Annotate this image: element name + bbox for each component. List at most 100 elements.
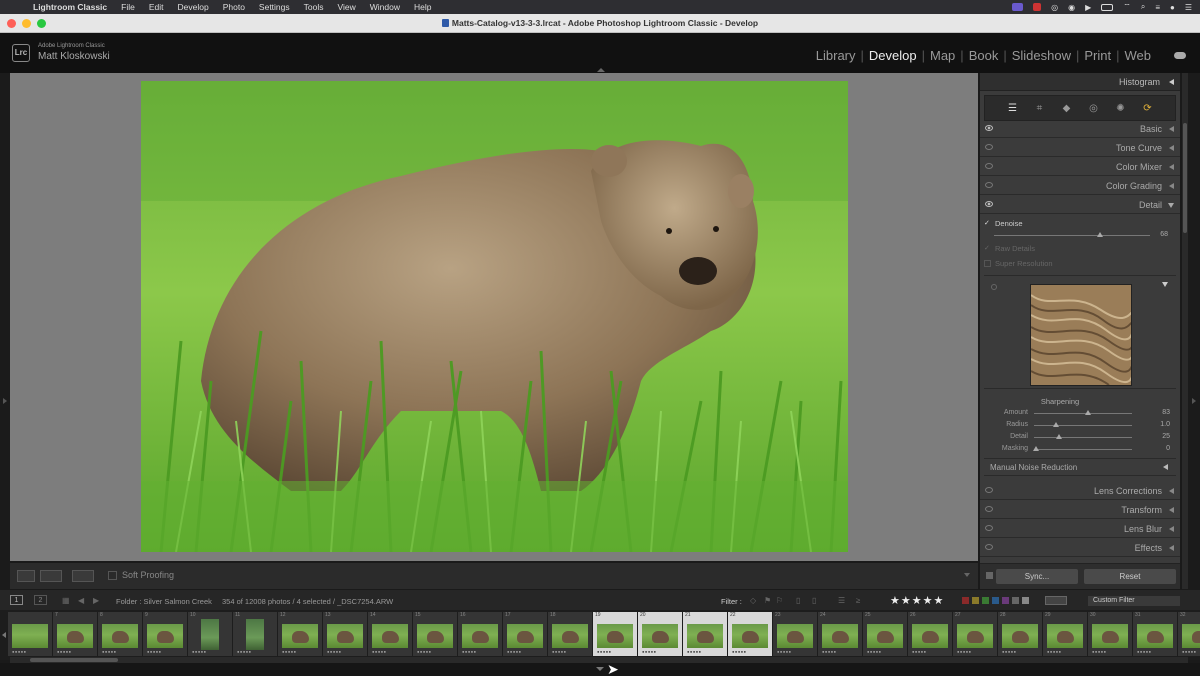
expand-left-panel-icon[interactable] — [3, 398, 7, 404]
cloud-sync-icon[interactable] — [1174, 52, 1186, 59]
filmstrip-thumbnail[interactable]: 14 ●●●●● — [368, 612, 412, 656]
module-develop[interactable]: Develop — [864, 48, 922, 63]
menu-develop[interactable]: Develop — [171, 2, 216, 12]
filmstrip-thumbnail[interactable]: 22 ●●●●● — [728, 612, 772, 656]
module-book[interactable]: Book — [964, 48, 1004, 63]
masking-icon[interactable]: ✺ — [1114, 101, 1128, 115]
sharpening-masking-knob[interactable] — [1032, 446, 1039, 451]
right-panel-scroll-thumb[interactable] — [1183, 123, 1187, 233]
menu-file[interactable]: File — [114, 2, 142, 12]
pick-flag-icon[interactable]: ⚑ — [764, 596, 773, 605]
denoise-checkbox[interactable]: ✓ — [984, 220, 991, 227]
panel-toggle-icon[interactable] — [1169, 507, 1174, 513]
panel-toggle-icon[interactable] — [1169, 145, 1174, 151]
custom-filter-select[interactable]: Custom Filter — [1088, 596, 1180, 606]
filmstrip-thumbnail[interactable]: 19 ●●●●● — [593, 612, 637, 656]
zoom-preview-toggle-icon[interactable] — [1162, 282, 1168, 287]
control-center-icon[interactable]: ≡ — [1155, 3, 1160, 12]
filmstrip-count[interactable]: 354 of 12008 photos / 4 selected / _DSC7… — [222, 597, 393, 606]
target-adjust-icon[interactable] — [991, 284, 997, 290]
flag-filter-icon[interactable]: ◇ — [750, 596, 759, 605]
panel-toggle-icon[interactable] — [1169, 488, 1174, 494]
panel-toggle-icon[interactable] — [1169, 126, 1174, 132]
reject-flag-icon[interactable]: ⚐ — [776, 596, 785, 605]
sharpening-amount-row[interactable]: Amount 83 — [984, 407, 1176, 419]
denoise-row[interactable]: ✓ Denoise — [984, 219, 1023, 228]
menu-photo[interactable]: Photo — [216, 2, 252, 12]
panel-effects-header[interactable]: Effects — [980, 539, 1180, 557]
filmstrip-thumbnail[interactable]: 28 ●●●●● — [998, 612, 1042, 656]
filmstrip-thumbnail[interactable]: 32 ●●●●● — [1178, 612, 1200, 656]
sync-button[interactable]: Sync... — [996, 569, 1078, 584]
heal-icon[interactable]: ◆ — [1060, 101, 1074, 115]
filmstrip-thumbnail[interactable]: 13 ●●●●● — [323, 612, 367, 656]
visibility-eye-icon[interactable] — [985, 163, 993, 169]
module-map[interactable]: Map — [925, 48, 960, 63]
filmstrip-thumbnail[interactable]: 31 ●●●●● — [1133, 612, 1177, 656]
denoise-slider[interactable] — [994, 235, 1150, 236]
screen-share-icon[interactable] — [1012, 3, 1024, 11]
filmstrip-thumbnail[interactable]: 10 ●●●●● — [188, 612, 232, 656]
collapse-top-panel-icon[interactable] — [597, 68, 605, 72]
menu-window[interactable]: Window — [363, 2, 407, 12]
right-edge[interactable] — [1188, 73, 1200, 593]
collapse-filmstrip-icon[interactable] — [596, 667, 604, 671]
panel-lens-corrections-header[interactable]: Lens Corrections — [980, 482, 1180, 500]
panel-basic-header[interactable]: Basic — [980, 120, 1180, 138]
menu-app-name[interactable]: Lightroom Classic — [26, 2, 114, 12]
panel-transform-header[interactable]: Transform — [980, 501, 1180, 519]
collapse-right-panel-icon[interactable] — [1192, 398, 1196, 404]
wifi-icon[interactable]: ⌔ — [1123, 2, 1131, 12]
filmstrip-thumbnail[interactable]: 12 ●●●●● — [278, 612, 322, 656]
filmstrip-scroll-thumb[interactable] — [30, 658, 118, 662]
left-panel-collapsed[interactable] — [0, 73, 10, 593]
visibility-eye-icon[interactable] — [985, 487, 993, 493]
auto-sync-switch[interactable] — [986, 572, 993, 579]
visibility-eye-icon[interactable] — [985, 544, 993, 550]
sharpening-radius-row[interactable]: Radius 1.0 — [984, 419, 1176, 431]
filmstrip-thumbnail[interactable]: 16 ●●●●● — [458, 612, 502, 656]
virtual-copy-filter-icon[interactable]: ▯ — [796, 596, 805, 605]
visibility-eye-icon[interactable] — [985, 201, 993, 207]
color-label-filter[interactable] — [962, 597, 969, 604]
video-filter-icon[interactable]: ☰ — [838, 596, 847, 605]
filmstrip-thumbnail[interactable]: 29 ●●●●● — [1043, 612, 1087, 656]
filmstrip-thumbnail[interactable]: 27 ●●●●● — [953, 612, 997, 656]
filmstrip-thumbnail[interactable]: 23 ●●●●● — [773, 612, 817, 656]
sharpening-radius-knob[interactable] — [1052, 422, 1059, 427]
filmstrip-thumbnail[interactable]: 15 ●●●●● — [413, 612, 457, 656]
secondary-window-button[interactable]: 2 — [34, 595, 47, 605]
visibility-eye-icon[interactable] — [985, 125, 993, 131]
filmstrip-thumbnail[interactable]: 21 ●●●●● — [683, 612, 727, 656]
master-filter-icon[interactable]: ▯ — [812, 596, 821, 605]
filmstrip-thumbnail[interactable]: 26 ●●●●● — [908, 612, 952, 656]
manual-noise-reduction-header[interactable]: Manual Noise Reduction — [984, 458, 1176, 476]
filmstrip-thumbnail[interactable]: 30 ●●●●● — [1088, 612, 1132, 656]
color-label-filter[interactable] — [982, 597, 989, 604]
sharpening-detail-slider[interactable] — [1034, 437, 1132, 438]
visibility-eye-icon[interactable] — [985, 506, 993, 512]
play-icon[interactable]: ▶ — [1085, 3, 1091, 12]
filmstrip-thumbnail[interactable]: 17 ●●●●● — [503, 612, 547, 656]
reset-button[interactable]: Reset — [1084, 569, 1176, 584]
menu-view[interactable]: View — [330, 2, 362, 12]
visibility-eye-icon[interactable] — [985, 525, 993, 531]
filmstrip-thumbnail[interactable]: 11 ●●●●● — [233, 612, 277, 656]
crop-icon[interactable]: ⌗ — [1033, 101, 1047, 115]
filmstrip-thumbnail[interactable]: 9 ●●●●● — [143, 612, 187, 656]
toolbar-menu-chevron-icon[interactable] — [964, 573, 970, 577]
main-photo[interactable] — [141, 81, 848, 552]
module-web[interactable]: Web — [1120, 48, 1157, 63]
color-label-filter[interactable] — [1002, 597, 1009, 604]
menu-edit[interactable]: Edit — [142, 2, 171, 12]
filmstrip-thumbnail[interactable]: 18 ●●●●● — [548, 612, 592, 656]
rating-operator-icon[interactable]: ≥ — [856, 596, 865, 605]
panel-toggle-icon[interactable] — [1169, 164, 1174, 170]
histogram-header[interactable]: Histogram — [980, 73, 1180, 91]
rating-filter-stars[interactable]: ★★★★★ — [890, 594, 944, 607]
presets-icon[interactable]: ⟳ — [1141, 101, 1155, 115]
battery-icon[interactable] — [1101, 3, 1114, 11]
filmstrip-thumbnail[interactable]: 24 ●●●●● — [818, 612, 862, 656]
sharpening-masking-slider[interactable] — [1034, 449, 1132, 450]
sharpening-detail-row[interactable]: Detail 25 — [984, 431, 1176, 443]
